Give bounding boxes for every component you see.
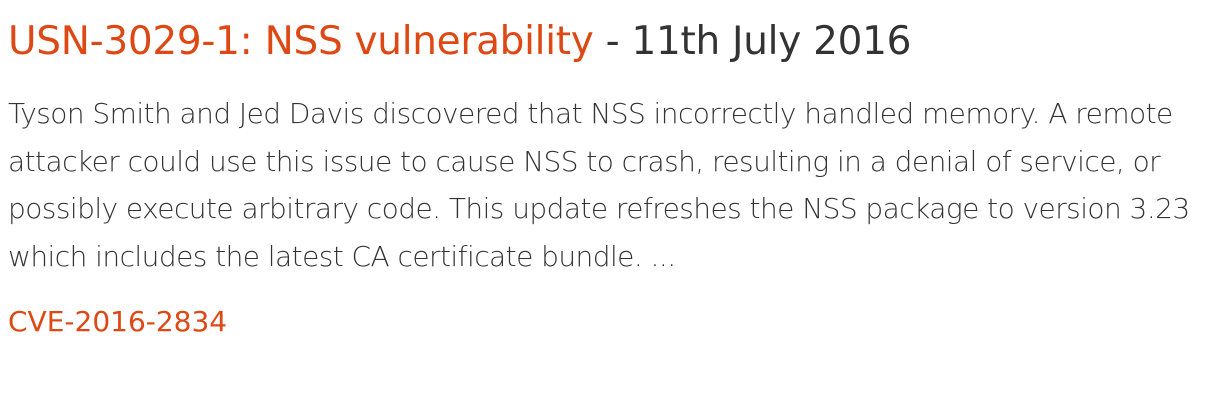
cve-list: CVE-2016-2834 bbox=[8, 302, 1228, 342]
notice-heading: USN-3029-1: NSS vulnerability - 11th Jul… bbox=[8, 14, 1228, 70]
notice-date: 11th July 2016 bbox=[631, 19, 912, 64]
security-notice: USN-3029-1: NSS vulnerability - 11th Jul… bbox=[0, 0, 1228, 342]
notice-title-link[interactable]: USN-3029-1: NSS vulnerability bbox=[8, 19, 594, 64]
title-separator: - bbox=[593, 19, 632, 64]
cve-link[interactable]: CVE-2016-2834 bbox=[8, 305, 227, 338]
notice-summary: Tyson Smith and Jed Davis discovered tha… bbox=[8, 97, 1190, 273]
